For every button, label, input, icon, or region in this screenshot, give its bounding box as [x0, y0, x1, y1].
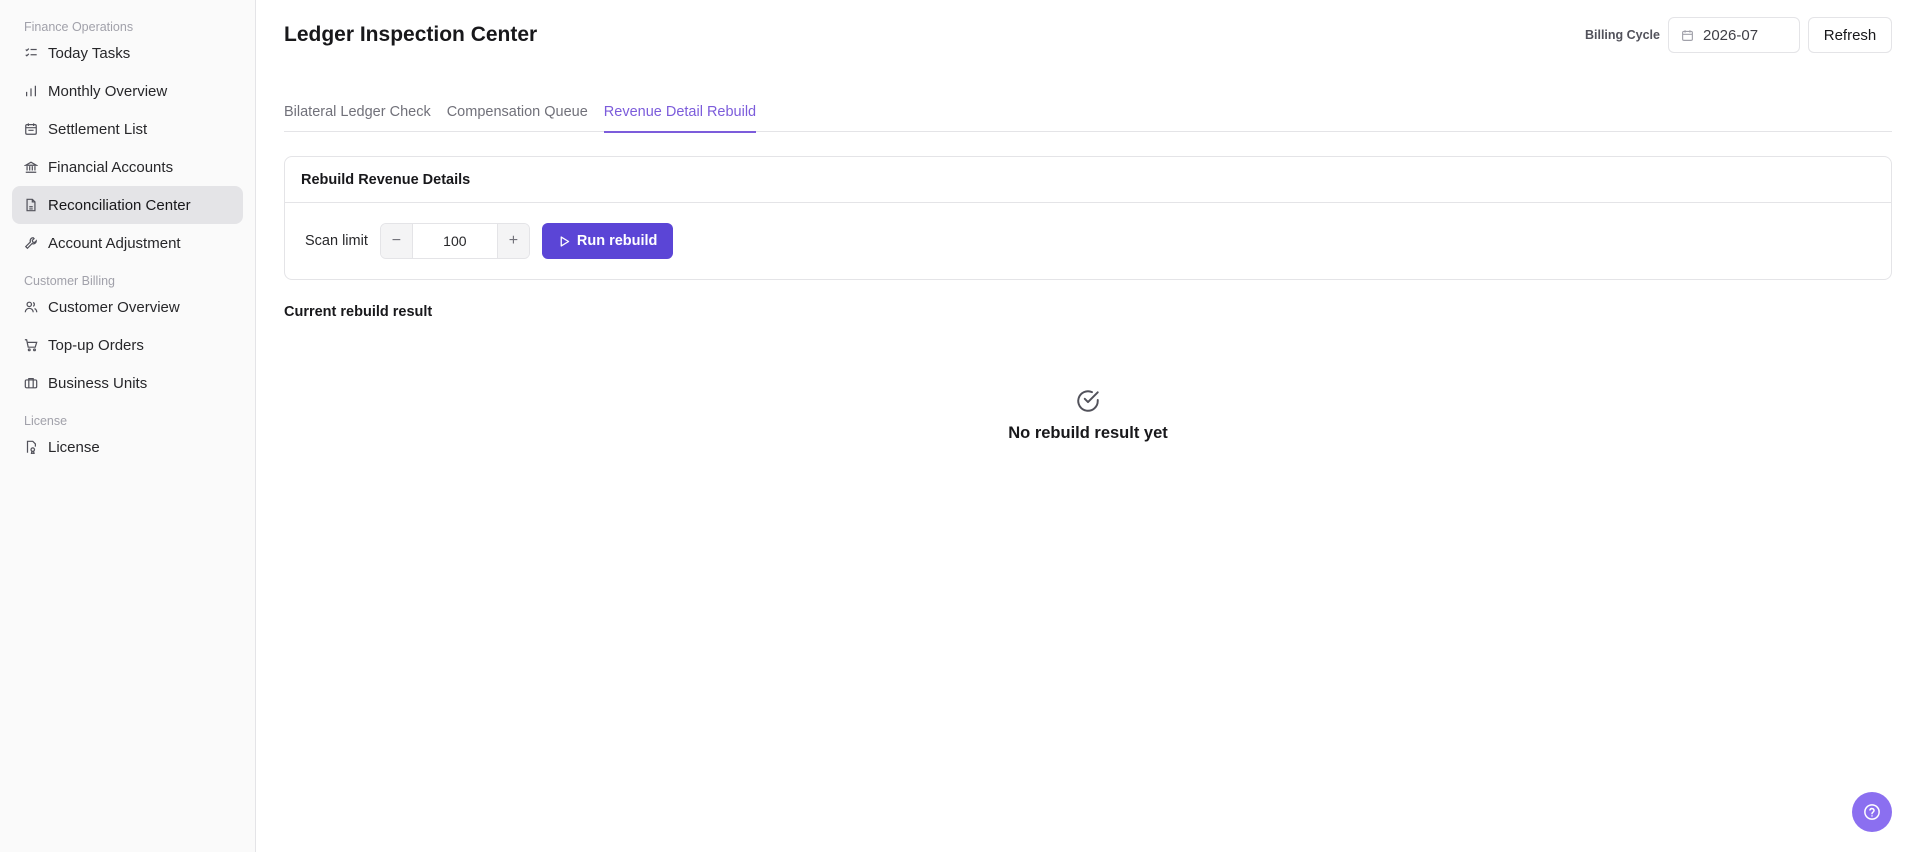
- run-rebuild-button[interactable]: Run rebuild: [541, 223, 674, 259]
- tab-bar: Bilateral Ledger Check Compensation Queu…: [284, 97, 1892, 133]
- sidebar-item-customer-overview[interactable]: Customer Overview: [12, 288, 243, 326]
- sidebar-item-label: Settlement List: [48, 120, 148, 138]
- scan-limit-input[interactable]: [412, 224, 497, 258]
- sidebar-item-label: License: [48, 438, 100, 456]
- check-circle-icon: [1075, 388, 1101, 414]
- license-icon: [24, 440, 38, 454]
- refresh-button[interactable]: Refresh: [1808, 17, 1892, 53]
- bank-icon: [24, 160, 38, 174]
- sidebar-item-label: Reconciliation Center: [48, 196, 191, 214]
- calendar-icon: [1681, 29, 1694, 42]
- cart-icon: [24, 338, 38, 352]
- sidebar-item-label: Business Units: [48, 374, 148, 392]
- sidebar: Finance Operations Today Tasks Monthly O…: [0, 0, 256, 852]
- sidebar-group-label: Finance Operations: [24, 20, 134, 34]
- tab-bilateral-ledger-check[interactable]: Bilateral Ledger Check: [284, 97, 431, 132]
- help-button[interactable]: [1852, 792, 1892, 832]
- empty-state: No rebuild result yet: [284, 388, 1892, 443]
- empty-state-text: No rebuild result yet: [1008, 424, 1168, 442]
- sidebar-item-label: Financial Accounts: [48, 158, 174, 176]
- sidebar-item-label: Today Tasks: [48, 44, 131, 62]
- main-content: Ledger Inspection Center Billing Cycle 2…: [284, 0, 1892, 852]
- rebuild-card-title: Rebuild Revenue Details: [285, 157, 1891, 203]
- page-title: Ledger Inspection Center: [284, 23, 538, 46]
- rebuild-card-body: Scan limit − + Run rebuild: [285, 203, 1891, 279]
- list-check-icon: [24, 46, 38, 60]
- header-controls: Billing Cycle 2026-07 Refresh: [1585, 17, 1892, 53]
- run-rebuild-label: Run rebuild: [576, 233, 658, 249]
- wrench-icon: [24, 236, 38, 250]
- scan-limit-label: Scan limit: [305, 233, 368, 249]
- sidebar-item-label: Account Adjustment: [48, 234, 181, 252]
- tab-revenue-detail-rebuild[interactable]: Revenue Detail Rebuild: [603, 97, 757, 133]
- billing-cycle-picker[interactable]: 2026-07: [1668, 17, 1800, 53]
- sidebar-item-label: Customer Overview: [48, 298, 180, 316]
- sidebar-item-today-tasks[interactable]: Today Tasks: [12, 34, 243, 72]
- sidebar-item-monthly-overview[interactable]: Monthly Overview: [12, 72, 243, 110]
- billing-cycle-value: 2026-07: [1703, 26, 1759, 44]
- result-section-title: Current rebuild result: [284, 304, 433, 320]
- bar-chart-icon: [24, 84, 38, 98]
- sidebar-item-business-units[interactable]: Business Units: [12, 364, 243, 402]
- sidebar-item-settlement-list[interactable]: Settlement List: [12, 110, 243, 148]
- file-check-icon: [24, 198, 38, 212]
- sidebar-item-account-adjustment[interactable]: Account Adjustment: [12, 224, 243, 262]
- increment-button[interactable]: +: [496, 224, 529, 258]
- sidebar-group-label: Customer Billing: [24, 274, 116, 288]
- rebuild-card: Rebuild Revenue Details Scan limit − + R…: [284, 156, 1892, 280]
- sidebar-item-label: Top-up Orders: [48, 336, 144, 354]
- play-icon: [558, 235, 571, 248]
- sidebar-item-reconciliation-center[interactable]: Reconciliation Center: [12, 186, 243, 224]
- sidebar-item-label: Monthly Overview: [48, 82, 168, 100]
- page-header: Ledger Inspection Center Billing Cycle 2…: [284, 17, 1892, 53]
- users-icon: [24, 300, 38, 314]
- calendar-list-icon: [24, 122, 38, 136]
- sidebar-item-license[interactable]: License: [12, 428, 243, 466]
- tab-compensation-queue[interactable]: Compensation Queue: [447, 97, 588, 132]
- billing-cycle-label: Billing Cycle: [1584, 28, 1660, 42]
- sidebar-group-label: License: [24, 414, 68, 428]
- decrement-button[interactable]: −: [380, 224, 413, 258]
- sidebar-item-top-up-orders[interactable]: Top-up Orders: [12, 326, 243, 364]
- scan-limit-stepper: − +: [379, 223, 530, 259]
- sidebar-item-financial-accounts[interactable]: Financial Accounts: [12, 148, 243, 186]
- help-icon: [1864, 804, 1880, 820]
- briefcase-icon: [24, 376, 38, 390]
